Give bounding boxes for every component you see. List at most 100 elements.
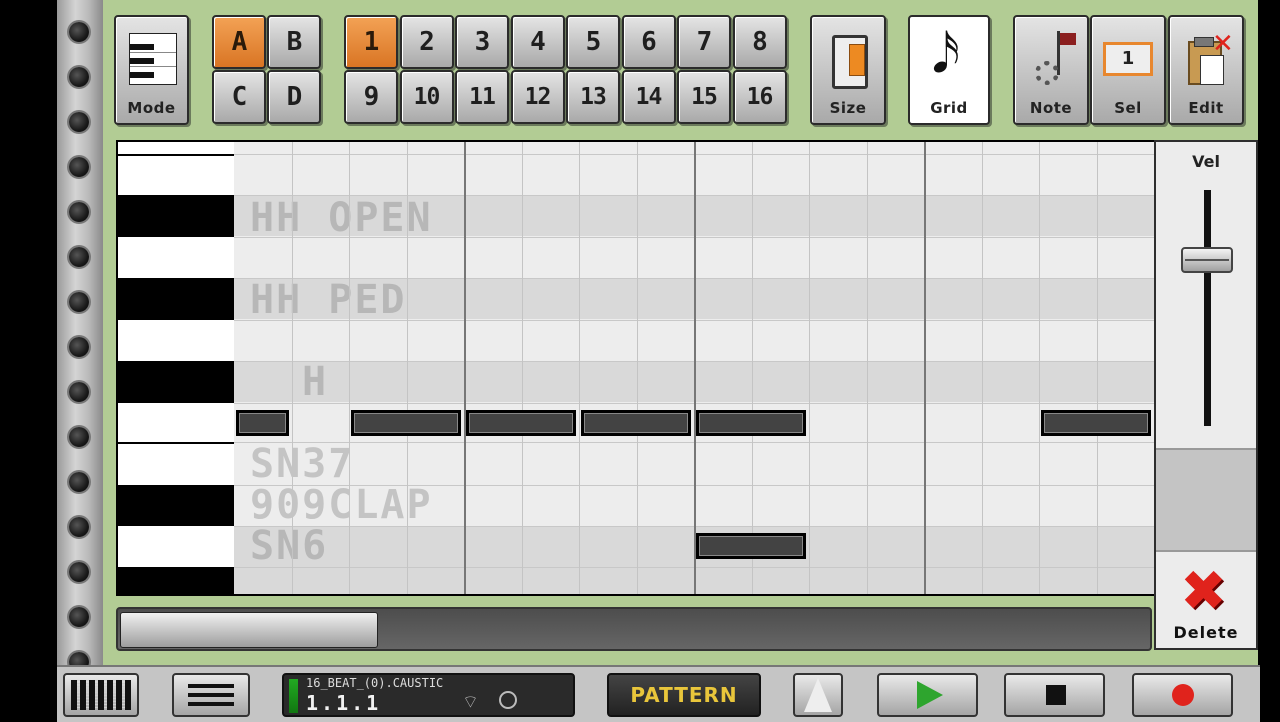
lane-name-hh-open: HH OPEN (250, 195, 433, 241)
piano-roll[interactable]: HH OPEN HH PED H SN37 909CLAP SN6 (116, 140, 1156, 596)
record-button[interactable] (1132, 673, 1233, 717)
piano-key[interactable] (118, 278, 234, 320)
lane-name-909clap: 909CLAP (250, 482, 433, 528)
pattern-button-2[interactable]: 2 (399, 15, 454, 69)
clipboard-delete-icon: ✕ (1184, 31, 1234, 87)
velocity-slider-knob[interactable] (1181, 247, 1233, 273)
step-line (407, 142, 408, 594)
grid-label: Grid (930, 99, 968, 117)
keypad-grid-icon (71, 680, 131, 710)
bar-line (924, 142, 926, 594)
velocity-label: Vel (1192, 152, 1220, 171)
step-line (637, 142, 638, 594)
piano-key[interactable] (118, 361, 234, 403)
rail-rivet (69, 607, 89, 627)
song-name: 16_BEAT_(0).CAUSTIC (306, 676, 444, 690)
bank-button-a[interactable]: A (212, 15, 266, 69)
velocity-track[interactable] (1204, 190, 1211, 426)
piano-key[interactable] (118, 567, 234, 594)
pattern-button-7[interactable]: 7 (677, 15, 731, 69)
pattern-button-12[interactable]: 12 (510, 70, 565, 124)
bar-line (464, 142, 466, 594)
size-icon (832, 35, 868, 89)
pattern-button-4[interactable]: 4 (510, 15, 565, 69)
pattern-button-14[interactable]: 14 (621, 70, 676, 124)
piano-key[interactable] (118, 403, 234, 442)
velocity-panel-divider (1156, 448, 1256, 552)
mode-button[interactable]: Mode (114, 15, 189, 125)
right-edge (1258, 0, 1280, 720)
delete-x-icon: ✖ (1180, 559, 1227, 624)
bank-button-b[interactable]: B (267, 15, 321, 69)
bank-button-d[interactable]: D (267, 70, 321, 124)
song-display: 16_BEAT_(0).CAUSTIC 1.1.1 ⌔ (282, 673, 575, 717)
pattern-button-6[interactable]: 6 (621, 15, 676, 69)
note-block[interactable] (1041, 410, 1151, 436)
note-block[interactable] (696, 533, 806, 559)
horizontal-scrollbar[interactable] (116, 607, 1152, 651)
bar-line (694, 142, 696, 594)
sel-label: Sel (1114, 99, 1142, 117)
play-icon (917, 681, 943, 709)
delete-button[interactable]: ✖ Delete (1156, 552, 1256, 648)
note-button[interactable]: Note (1013, 15, 1089, 125)
piano-key[interactable] (118, 485, 234, 526)
bank-button-c[interactable]: C (212, 70, 266, 124)
piano-key[interactable] (118, 526, 234, 567)
piano-key[interactable] (118, 154, 234, 195)
note-block[interactable] (696, 410, 806, 436)
pattern-button-1[interactable]: 1 (344, 15, 398, 69)
wifi-icon: ⌔ (462, 692, 479, 713)
step-line (349, 142, 350, 594)
pattern-button-11[interactable]: 11 (455, 70, 509, 124)
edit-button[interactable]: ✕ Edit (1168, 15, 1244, 125)
note-block[interactable] (351, 410, 461, 436)
menu-button[interactable] (172, 673, 250, 717)
hamburger-menu-icon (188, 684, 234, 706)
piano-key[interactable] (118, 142, 234, 154)
rail-rivet (69, 472, 89, 492)
edit-label: Edit (1188, 99, 1224, 117)
sel-button[interactable]: 1 Sel (1090, 15, 1166, 125)
pattern-button-3[interactable]: 3 (455, 15, 509, 69)
step-line (522, 142, 523, 594)
note-block[interactable] (581, 410, 691, 436)
rail-rivet (69, 337, 89, 357)
piano-key[interactable] (118, 237, 234, 278)
piano-key[interactable] (118, 195, 234, 237)
pattern-button-5[interactable]: 5 (566, 15, 620, 69)
note-block[interactable] (466, 410, 576, 436)
metronome-button[interactable] (793, 673, 843, 717)
rail-rivet (69, 427, 89, 447)
pattern-button-16[interactable]: 16 (732, 70, 787, 124)
rail-rivet (69, 382, 89, 402)
pattern-button-15[interactable]: 15 (677, 70, 731, 124)
rail-rivet (69, 247, 89, 267)
step-line (1039, 142, 1040, 594)
rail-rivet (69, 22, 89, 42)
pattern-button-13[interactable]: 13 (566, 70, 620, 124)
pattern-button-8[interactable]: 8 (732, 15, 787, 69)
play-button[interactable] (877, 673, 978, 717)
scrollbar-thumb[interactable] (120, 612, 378, 648)
pattern-mode-button[interactable]: PATTERN (607, 673, 761, 717)
lane-name-sn6: SN6 (250, 523, 329, 569)
piano-keyboard[interactable] (118, 142, 234, 594)
note-block[interactable] (236, 410, 289, 436)
lane-name-sn37: SN37 (250, 441, 355, 487)
stop-button[interactable] (1004, 673, 1105, 717)
keypad-button[interactable] (63, 673, 139, 717)
sel-value-box: 1 (1103, 42, 1153, 76)
mode-label: Mode (127, 99, 176, 117)
grid-button[interactable]: 𝅘𝅥𝅯 Grid (908, 15, 990, 125)
pattern-button-10[interactable]: 10 (399, 70, 454, 124)
level-meter (289, 679, 298, 713)
size-button[interactable]: Size (810, 15, 886, 125)
note-lanes[interactable]: HH OPEN HH PED H SN37 909CLAP SN6 (234, 142, 1154, 594)
metronome-icon (804, 678, 832, 712)
song-position: 1.1.1 (306, 691, 382, 715)
pattern-button-9[interactable]: 9 (344, 70, 398, 124)
piano-key[interactable] (118, 320, 234, 361)
piano-key[interactable] (118, 442, 234, 485)
step-line (752, 142, 753, 594)
